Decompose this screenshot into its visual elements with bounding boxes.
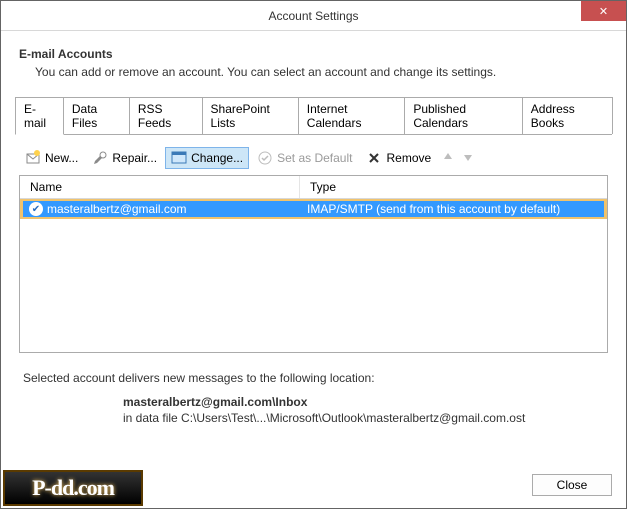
tab-published-calendars[interactable]: Published Calendars [404,97,522,134]
watermark: P-dd.com [3,470,143,506]
check-circle-icon [257,150,273,166]
footer-location: masteralbertz@gmail.com\Inbox [23,395,604,409]
header-section: E-mail Accounts You can add or remove an… [15,45,612,81]
move-down-button [459,149,477,167]
window-title: Account Settings [268,9,358,23]
tab-data-files[interactable]: Data Files [63,97,130,134]
column-type[interactable]: Type [300,176,607,198]
tab-sharepoint-lists[interactable]: SharePoint Lists [202,97,299,134]
default-account-icon: ✔ [29,202,43,216]
move-up-button [439,149,457,167]
close-icon: ✕ [599,5,608,18]
account-list: Name Type ✔ masteralbertz@gmail.com IMAP… [19,175,608,353]
close-button[interactable]: Close [532,474,612,496]
set-default-label: Set as Default [277,151,352,165]
repair-button[interactable]: Repair... [86,147,163,169]
new-button[interactable]: New... [19,147,84,169]
tab-rss-feeds[interactable]: RSS Feeds [129,97,203,134]
change-label: Change... [191,151,243,165]
arrow-down-icon [462,151,474,166]
dialog-content: E-mail Accounts You can add or remove an… [1,31,626,425]
titlebar: Account Settings ✕ [1,1,626,31]
tab-strip: E-mail Data Files RSS Feeds SharePoint L… [15,97,612,135]
list-header: Name Type [20,176,607,199]
tab-address-books[interactable]: Address Books [522,97,613,134]
new-icon [25,150,41,166]
row-name: masteralbertz@gmail.com [47,202,187,216]
header-title: E-mail Accounts [19,47,608,61]
remove-icon [366,150,382,166]
new-label: New... [45,151,78,165]
repair-label: Repair... [112,151,157,165]
toolbar: New... Repair... Change... Set as Defaul… [15,141,612,175]
header-description: You can add or remove an account. You ca… [19,65,608,79]
set-default-button: Set as Default [251,147,358,169]
change-icon [171,150,187,166]
table-row[interactable]: ✔ masteralbertz@gmail.com IMAP/SMTP (sen… [20,199,607,219]
footer-intro: Selected account delivers new messages t… [23,371,604,385]
arrow-up-icon [442,151,454,166]
tab-email[interactable]: E-mail [15,97,64,135]
window-close-button[interactable]: ✕ [581,1,626,21]
remove-button[interactable]: Remove [360,147,437,169]
remove-label: Remove [386,151,431,165]
footer-datafile: in data file C:\Users\Test\...\Microsoft… [23,411,604,425]
footer-info: Selected account delivers new messages t… [23,371,604,425]
repair-icon [92,150,108,166]
change-button[interactable]: Change... [165,147,249,169]
tab-internet-calendars[interactable]: Internet Calendars [298,97,406,134]
column-name[interactable]: Name [20,176,300,198]
row-type: IMAP/SMTP (send from this account by def… [303,202,604,216]
